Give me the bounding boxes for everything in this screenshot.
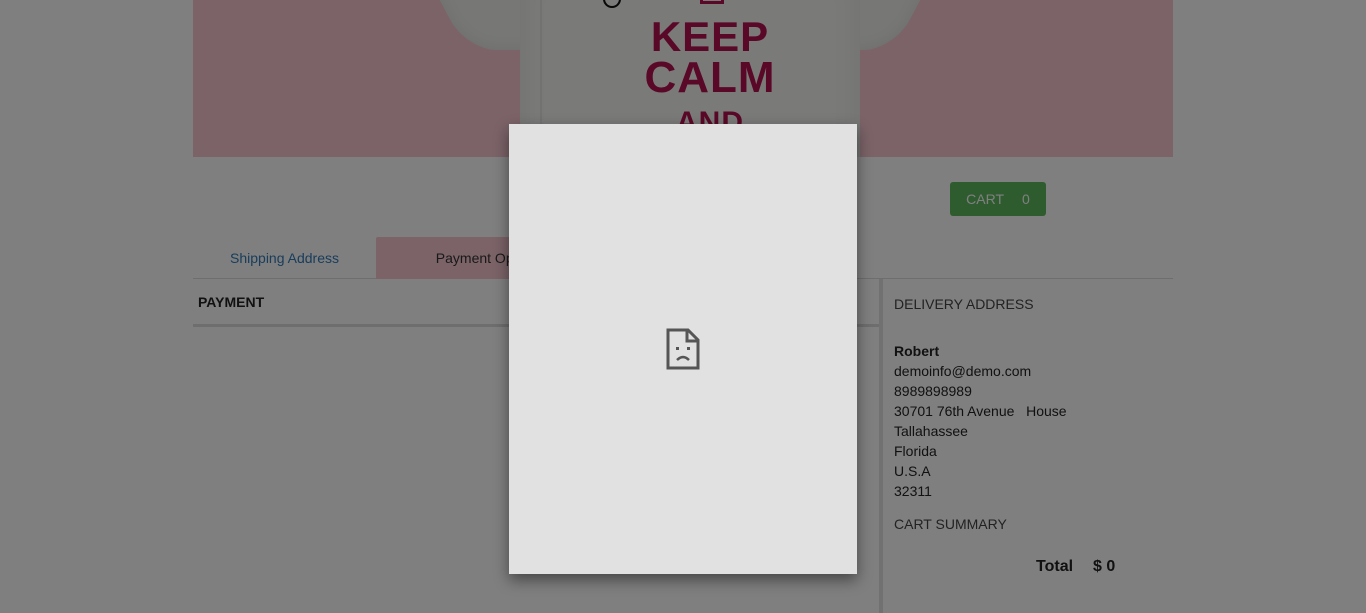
payment-modal: [509, 124, 857, 574]
checkout-page: KEEP CALM AND CART 0 Shipping Address Pa…: [0, 0, 1366, 613]
broken-page-icon: [666, 328, 700, 370]
